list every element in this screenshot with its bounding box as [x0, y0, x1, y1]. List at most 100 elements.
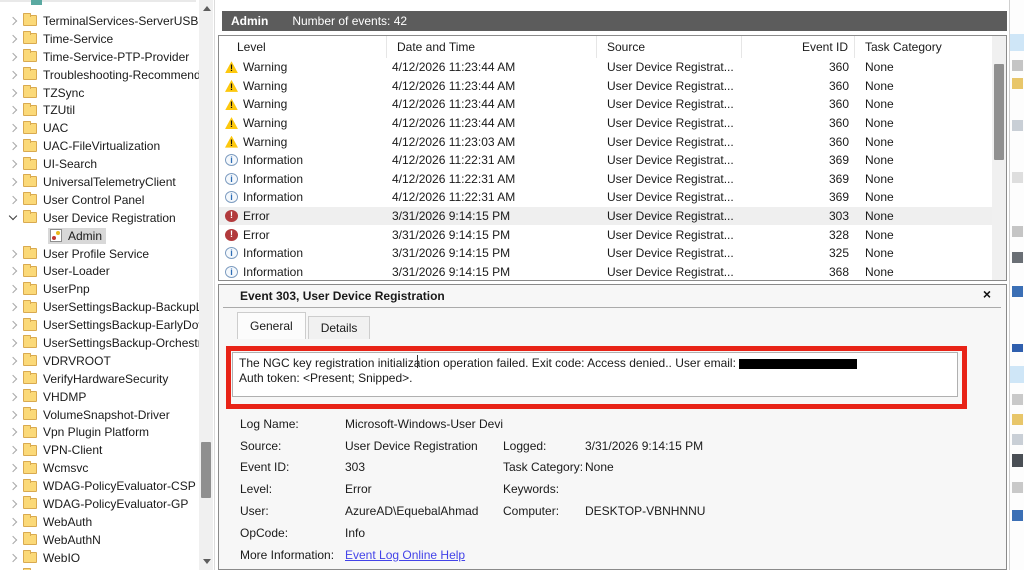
chevron-right-icon[interactable] [8, 358, 21, 364]
event-row[interactable]: Information 3/31/2026 9:14:15 PM User De… [219, 263, 992, 280]
actions-pane-icon[interactable] [1012, 120, 1023, 131]
tree-item[interactable]: Wcmsvc [0, 459, 199, 477]
chevron-right-icon[interactable] [8, 340, 21, 346]
chevron-right-icon[interactable] [8, 376, 21, 382]
tree-item[interactable]: WebAuthN [0, 531, 199, 549]
chevron-right-icon[interactable] [8, 412, 21, 418]
tree-item[interactable]: User Profile Service [0, 245, 199, 263]
events-scrollbar[interactable] [992, 36, 1006, 280]
chevron-right-icon[interactable] [8, 429, 21, 435]
chevron-right-icon[interactable] [8, 54, 21, 60]
tree-item[interactable]: TZUtil [0, 101, 199, 119]
tree-item[interactable]: WEPHOSTSVC [0, 567, 199, 570]
event-description-box[interactable]: The NGC key registration initialization … [232, 352, 958, 397]
tree-item[interactable]: TZSync [0, 84, 199, 102]
event-row[interactable]: Warning 4/12/2026 11:23:44 AM User Devic… [219, 95, 992, 114]
chevron-right-icon[interactable] [8, 268, 21, 274]
tree-item[interactable]: TerminalServices-ServerUSBD [0, 12, 207, 30]
tree-item[interactable]: Vpn Plugin Platform [0, 423, 199, 441]
tree-item[interactable]: UAC-FileVirtualization [0, 137, 199, 155]
actions-pane-icon[interactable] [1012, 394, 1023, 405]
sidebar-scrollbar[interactable] [199, 0, 213, 570]
event-row[interactable]: Information 4/12/2026 11:22:31 AM User D… [219, 151, 992, 170]
actions-pane-icon[interactable] [1012, 482, 1023, 493]
actions-pane-icon[interactable] [1012, 414, 1023, 425]
tree-item[interactable]: UI-Search [0, 155, 199, 173]
event-row[interactable]: Information 3/31/2026 9:14:15 PM User De… [219, 244, 992, 263]
tree-item[interactable]: UserSettingsBackup-Orchestr [0, 334, 202, 352]
actions-pane-icon[interactable] [1012, 454, 1023, 467]
event-row[interactable]: Warning 4/12/2026 11:23:44 AM User Devic… [219, 77, 992, 96]
actions-pane-icon[interactable] [1012, 434, 1023, 445]
tree-item[interactable]: UserSettingsBackup-EarlyDov [0, 316, 204, 334]
chevron-right-icon[interactable] [8, 537, 21, 543]
event-row[interactable]: Error 3/31/2026 9:14:15 PM User Device R… [219, 225, 992, 244]
chevron-right-icon[interactable] [8, 555, 21, 561]
column-header-taskcategory[interactable]: Task Category [855, 36, 992, 58]
chevron-right-icon[interactable] [8, 107, 21, 113]
chevron-right-icon[interactable] [8, 394, 21, 400]
tree-item[interactable]: VerifyHardwareSecurity [0, 370, 199, 388]
column-header-source[interactable]: Source [597, 36, 742, 58]
detail-tab[interactable]: General [237, 312, 306, 339]
actions-pane-icon[interactable] [1012, 60, 1023, 71]
actions-pane-icon[interactable] [1012, 286, 1023, 297]
chevron-right-icon[interactable] [8, 197, 21, 203]
scroll-down-icon[interactable] [203, 559, 211, 564]
chevron-right-icon[interactable] [8, 483, 21, 489]
column-header-eventid[interactable]: Event ID [742, 36, 855, 58]
column-header-datetime[interactable]: Date and Time [387, 36, 597, 58]
actions-pane-icon[interactable] [1012, 510, 1023, 521]
chevron-right-icon[interactable] [8, 447, 21, 453]
chevron-right-icon[interactable] [8, 179, 21, 185]
event-row[interactable]: Warning 4/12/2026 11:23:03 AM User Devic… [219, 132, 992, 151]
event-row[interactable]: Information 4/12/2026 11:22:31 AM User D… [219, 170, 992, 189]
tree-item[interactable]: WebAuth [0, 513, 199, 531]
actions-pane-icon[interactable] [1012, 252, 1023, 263]
event-row[interactable]: Error 3/31/2026 9:14:15 PM User Device R… [219, 206, 992, 226]
tree-item[interactable]: UserPnp [0, 280, 199, 298]
tree-item[interactable]: VDRVROOT [0, 352, 199, 370]
chevron-right-icon[interactable] [8, 18, 21, 24]
actions-pane-item[interactable] [1010, 34, 1024, 51]
tree-item[interactable]: WebIO [0, 549, 199, 567]
chevron-right-icon[interactable] [8, 304, 21, 310]
event-row[interactable]: Information 4/12/2026 11:22:31 AM User D… [219, 188, 992, 207]
tree-item[interactable]: Troubleshooting-Recommend [0, 66, 201, 84]
chevron-right-icon[interactable] [8, 465, 21, 471]
scroll-up-icon[interactable] [203, 6, 211, 11]
actions-pane-icon[interactable] [1012, 172, 1023, 183]
tree-item[interactable]: WDAG-PolicyEvaluator-GP [0, 495, 199, 513]
actions-pane-icon[interactable] [1012, 78, 1023, 89]
chevron-right-icon[interactable] [8, 90, 21, 96]
event-row[interactable]: Warning 4/12/2026 11:23:44 AM User Devic… [219, 58, 992, 77]
detail-tab[interactable]: Details [307, 316, 371, 339]
chevron-right-icon[interactable] [8, 519, 21, 525]
actions-pane-item[interactable] [1010, 366, 1024, 383]
tree-item[interactable]: User-Loader [0, 262, 199, 280]
chevron-right-icon[interactable] [8, 125, 21, 131]
actions-pane-icon[interactable] [1012, 226, 1023, 237]
chevron-right-icon[interactable] [8, 36, 21, 42]
chevron-right-icon[interactable] [8, 251, 21, 257]
tree-item[interactable]: UAC [0, 119, 199, 137]
tree-item[interactable]: Admin [0, 227, 199, 245]
chevron-right-icon[interactable] [8, 216, 21, 219]
close-icon[interactable]: × [983, 287, 991, 301]
chevron-right-icon[interactable] [8, 161, 21, 167]
event-row[interactable]: Warning 4/12/2026 11:23:44 AM User Devic… [219, 114, 992, 133]
tree-item[interactable]: WDAG-PolicyEvaluator-CSP [0, 477, 199, 495]
tree-item[interactable]: UniversalTelemetryClient [0, 173, 199, 191]
tree-item[interactable]: VolumeSnapshot-Driver [0, 406, 199, 424]
chevron-right-icon[interactable] [8, 72, 21, 78]
scrollbar-thumb[interactable] [994, 64, 1004, 160]
tree-item[interactable]: VHDMP [0, 388, 199, 406]
column-header-level[interactable]: Level [219, 36, 387, 58]
tree-item[interactable]: VPN-Client [0, 441, 199, 459]
scrollbar-thumb[interactable] [201, 442, 211, 498]
tree-item[interactable]: User Device Registration [0, 209, 199, 227]
chevron-right-icon[interactable] [8, 286, 21, 292]
tree-item[interactable]: Time-Service-PTP-Provider [0, 48, 199, 66]
tree-item[interactable]: User Control Panel [0, 191, 199, 209]
actions-pane-icon[interactable] [1012, 344, 1023, 352]
